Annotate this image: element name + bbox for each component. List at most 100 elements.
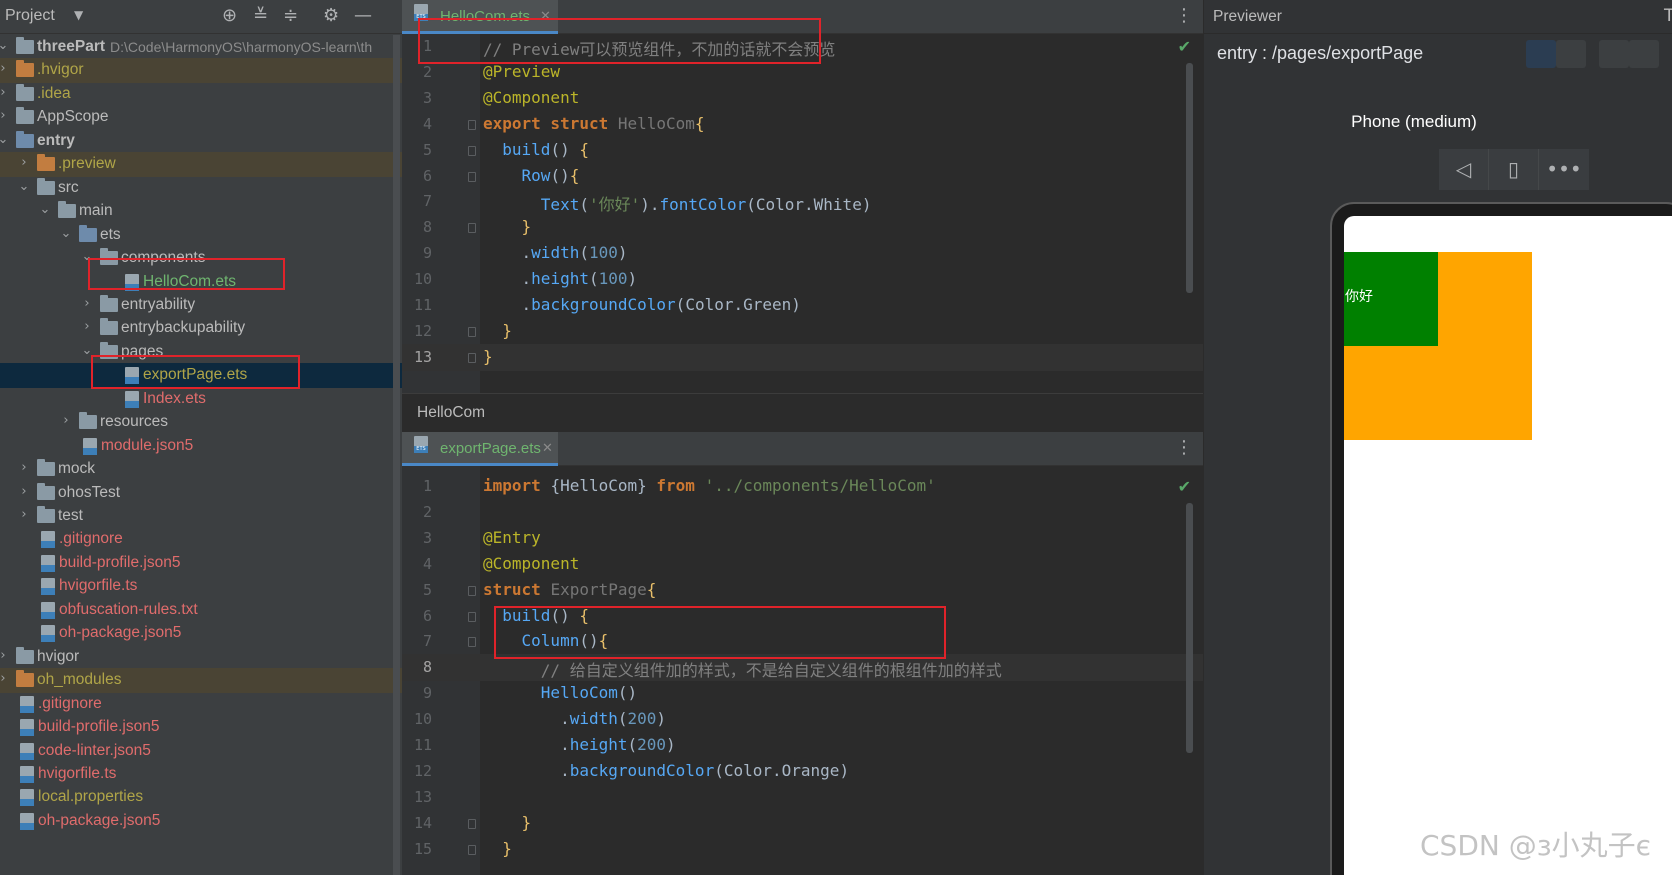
annotation-box-hellocom-file — [88, 258, 285, 290]
tree-item[interactable]: .gitignore — [0, 527, 402, 552]
fold-marker-icon[interactable] — [468, 145, 476, 156]
tree-item[interactable]: ⌄ entry — [0, 129, 402, 154]
rotate-icon[interactable]: ▯ — [1489, 149, 1539, 190]
tree-item[interactable]: obfuscation-rules.txt — [0, 598, 402, 623]
inspection-ok-icon[interactable]: ✔ — [1178, 477, 1191, 496]
inspector-toggle-icon[interactable] — [1526, 40, 1556, 68]
tree-item[interactable]: › .hvigor — [0, 58, 402, 84]
fold-marker-icon[interactable] — [468, 844, 476, 855]
chevron-down-icon[interactable]: ⌄ — [18, 179, 30, 194]
editor-top-code[interactable]: 1// Preview可以预览组件，不加的话就不会预览 2 @Preview 3 @Co… — [402, 34, 1203, 393]
collapse-all-icon[interactable]: ≑ — [283, 6, 298, 26]
chevron-right-icon[interactable]: › — [18, 155, 30, 170]
tree-item-label: test — [58, 507, 83, 524]
tree-item[interactable]: › ohosTest — [0, 481, 402, 506]
tree-item[interactable]: › mock — [0, 457, 402, 482]
code-line: .backgroundColor(Color.Orange) — [483, 760, 850, 780]
chevron-right-icon[interactable]: › — [0, 648, 9, 663]
more-icon[interactable]: ⋮ — [1175, 438, 1193, 458]
tree-item[interactable]: build-profile.json5 — [0, 551, 402, 576]
line-number: 13 — [413, 787, 432, 806]
tree-item[interactable]: › .preview — [0, 152, 402, 178]
chevron-down-icon[interactable]: ⌄ — [0, 38, 9, 53]
expand-all-icon[interactable]: ≚ — [253, 6, 268, 26]
fold-marker-icon[interactable] — [468, 119, 476, 130]
close-icon[interactable]: ✕ — [542, 441, 553, 456]
fold-marker-icon[interactable] — [468, 818, 476, 829]
tree-item[interactable]: code-linter.json5 — [0, 739, 402, 764]
tree-item[interactable]: › entryability — [0, 293, 402, 318]
tree-item[interactable]: local.properties — [0, 785, 402, 810]
tree-item[interactable]: › .idea — [0, 82, 402, 107]
tab-exportpage[interactable]: ETS exportPage.ets ✕ — [402, 432, 558, 466]
tree-item[interactable]: build-profile.json5 — [0, 715, 402, 740]
chevron-right-icon[interactable]: › — [18, 507, 30, 522]
tree-item[interactable]: › test — [0, 504, 402, 529]
breadcrumb-item[interactable]: HelloCom — [417, 404, 485, 422]
chevron-right-icon[interactable]: › — [0, 61, 9, 76]
phone-screen[interactable]: 你好 — [1344, 216, 1672, 875]
editor-scrollbar[interactable] — [1186, 503, 1193, 753]
more-icon[interactable]: ••• — [1539, 149, 1589, 190]
tree-item[interactable]: ⌄ src — [0, 176, 402, 201]
chevron-right-icon[interactable]: › — [81, 296, 93, 311]
device-toolbar: ◁ ▯ ••• — [1439, 149, 1589, 190]
tree-item[interactable]: ⌄ threePart D:\Code\HarmonyOS\harmonyOS-le… — [0, 35, 402, 60]
folder-icon — [37, 459, 55, 477]
tree-item[interactable]: oh-package.json5 — [0, 621, 402, 646]
project-view-dropdown-icon[interactable]: ▼ — [74, 8, 83, 22]
tree-item[interactable]: ⌄ ets — [0, 223, 402, 248]
chevron-right-icon[interactable]: › — [0, 108, 9, 123]
tree-item-label: obfuscation-rules.txt — [59, 600, 198, 618]
project-scrollbar[interactable] — [393, 35, 400, 875]
tree-item[interactable]: › hvigor — [0, 645, 402, 670]
tree-item[interactable]: › resources — [0, 410, 402, 435]
tree-item[interactable]: › oh_modules — [0, 668, 402, 694]
more-icon[interactable]: ⋮ — [1175, 6, 1193, 26]
project-header: Project ▼ ⊕ ≚ ≑ ⚙ — — [0, 0, 402, 34]
tree-item[interactable]: › entrybackupability — [0, 316, 402, 341]
tree-item[interactable]: ⌄ main — [0, 199, 402, 224]
project-title[interactable]: Project — [5, 7, 55, 25]
project-path: D:\Code\HarmonyOS\harmonyOS-learn\th — [110, 39, 373, 55]
tree-item-label: local.properties — [38, 788, 144, 806]
chevron-down-icon[interactable]: ⌄ — [60, 226, 72, 241]
tree-item[interactable]: hvigorfile.ts — [0, 762, 402, 787]
gear-icon[interactable]: ⚙ — [323, 6, 339, 26]
chevron-right-icon[interactable]: › — [18, 460, 30, 475]
ide-window: Project ▼ ⊕ ≚ ≑ ⚙ — ⌄ threePart D:\Code\Ha… — [0, 0, 1672, 875]
fold-marker-icon[interactable] — [468, 326, 476, 337]
editor-scrollbar[interactable] — [1186, 63, 1193, 293]
chevron-right-icon[interactable]: › — [81, 319, 93, 334]
line-number: 15 — [413, 839, 432, 858]
chevron-right-icon[interactable]: › — [0, 85, 9, 100]
back-icon[interactable]: ◁ — [1439, 149, 1489, 190]
multi-device-icon[interactable] — [1599, 40, 1629, 68]
chevron-right-icon[interactable]: › — [60, 413, 72, 428]
fold-marker-icon[interactable] — [468, 171, 476, 182]
fold-marker-icon[interactable] — [468, 637, 476, 648]
inspection-ok-icon[interactable]: ✔ — [1178, 37, 1191, 56]
tree-item[interactable]: Index.ets — [0, 387, 402, 412]
editor-bottom-code[interactable]: 1 import {HelloCom} from '../components/H… — [402, 466, 1203, 875]
fold-marker-icon[interactable] — [468, 223, 476, 234]
tree-item[interactable]: › AppScope — [0, 105, 402, 130]
editor-bottom-tabbar: ETS exportPage.ets ✕ ⋮ — [402, 432, 1203, 466]
tree-item[interactable]: .gitignore — [0, 692, 402, 717]
minimize-icon[interactable]: — — [354, 6, 372, 26]
chevron-right-icon[interactable]: › — [0, 671, 9, 686]
layers-icon[interactable] — [1556, 40, 1586, 68]
target-icon[interactable]: ⊕ — [222, 6, 237, 26]
fold-marker-icon[interactable] — [468, 611, 476, 622]
fold-marker-icon[interactable] — [468, 585, 476, 596]
tree-item[interactable]: hvigorfile.ts — [0, 574, 402, 599]
chevron-down-icon[interactable]: ⌄ — [39, 202, 51, 217]
folder-icon — [16, 646, 34, 664]
file-icon — [41, 531, 55, 549]
dropdown-icon[interactable] — [1629, 40, 1659, 68]
tree-item[interactable]: oh-package.json5 — [0, 809, 402, 834]
chevron-right-icon[interactable]: › — [18, 484, 30, 499]
tree-item[interactable]: module.json5 — [0, 434, 402, 459]
chevron-down-icon[interactable]: ⌄ — [0, 132, 9, 147]
fold-marker-icon[interactable] — [468, 352, 476, 363]
